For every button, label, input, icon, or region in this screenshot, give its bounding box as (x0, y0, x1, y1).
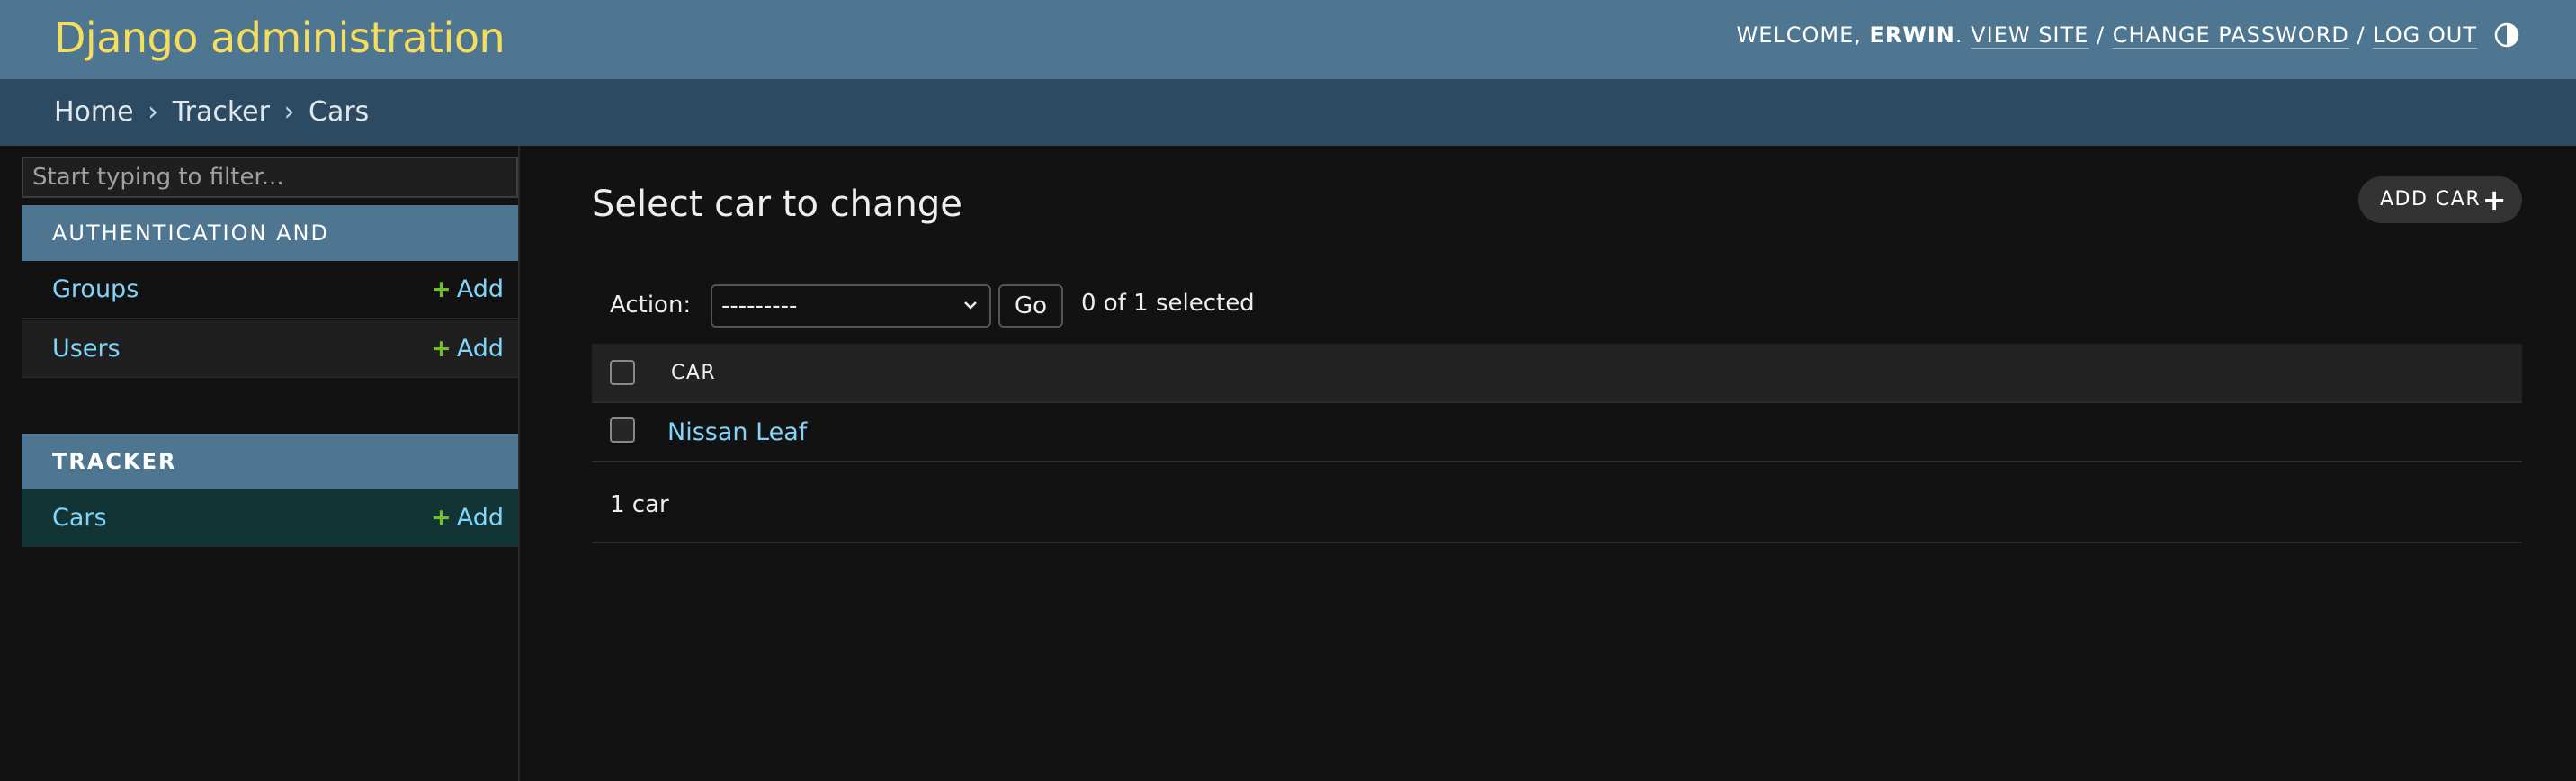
site-name[interactable]: Django administration (54, 13, 505, 63)
row-link-nissan-leaf[interactable]: Nissan Leaf (667, 403, 807, 462)
action-label: Action: (610, 292, 692, 319)
breadcrumb-app[interactable]: Tracker (173, 96, 270, 128)
model-link-users[interactable]: Users (52, 320, 121, 378)
breadcrumb-separator: › (283, 96, 295, 128)
sidebar-item-groups: Groups + Add (22, 261, 518, 319)
selection-counter: 0 of 1 selected (1081, 290, 1255, 317)
user-tools: Welcome, Erwin. View site / Change passw… (1736, 22, 2477, 49)
welcome-text: Welcome, (1736, 22, 1862, 48)
add-users-link[interactable]: + Add (431, 320, 504, 378)
select-all-checkbox[interactable] (610, 360, 635, 385)
header: Django administration Welcome, Erwin. Vi… (0, 0, 2576, 79)
change-password-link[interactable]: Change password (2112, 22, 2349, 49)
plus-icon: + (431, 275, 452, 303)
add-label: Add (456, 275, 504, 303)
breadcrumb: Home › Tracker › Cars (0, 79, 2576, 146)
view-site-link[interactable]: View site (1971, 22, 2089, 49)
theme-toggle-icon[interactable] (2493, 22, 2520, 49)
module-caption-auth[interactable]: Authentication and Authorization (22, 205, 518, 301)
separator: / (2096, 22, 2106, 48)
model-link-cars[interactable]: Cars (52, 489, 107, 547)
breadcrumb-current: Cars (309, 96, 370, 128)
paginator: 1 car (592, 480, 2522, 543)
sidebar-item-cars: Cars + Add (22, 489, 518, 547)
breadcrumb-home[interactable]: Home (54, 96, 134, 128)
add-cars-link[interactable]: + Add (431, 489, 504, 547)
module-caption-tracker[interactable]: Tracker (22, 434, 518, 489)
page-title: Select car to change (592, 184, 962, 225)
action-select[interactable]: --------- (711, 284, 991, 328)
row-checkbox[interactable] (610, 417, 635, 443)
plus-icon: + (431, 504, 452, 532)
sidebar-item-users: Users + Add (22, 320, 518, 378)
add-car-button[interactable]: Add car + (2358, 176, 2522, 223)
plus-icon: + (431, 335, 452, 363)
action-select-value: --------- (721, 292, 798, 319)
breadcrumb-separator: › (148, 96, 159, 128)
add-label: Add (456, 335, 504, 363)
separator: / (2357, 22, 2366, 48)
table-row: Nissan Leaf (592, 403, 2522, 462)
table-header: Car (592, 344, 2522, 403)
add-car-label: Add car (2380, 188, 2482, 211)
model-link-groups[interactable]: Groups (52, 261, 139, 319)
nav-filter-input[interactable] (22, 157, 518, 198)
chevron-down-icon (964, 301, 977, 310)
add-groups-link[interactable]: + Add (431, 261, 504, 319)
add-label: Add (456, 504, 504, 532)
nav-sidebar: Authentication and Authorization Groups … (0, 146, 520, 781)
plus-icon: + (2482, 183, 2508, 217)
log-out-link[interactable]: Log out (2373, 22, 2477, 49)
go-button[interactable]: Go (998, 284, 1063, 328)
column-header-car[interactable]: Car (671, 344, 716, 403)
username: Erwin (1869, 22, 1955, 48)
